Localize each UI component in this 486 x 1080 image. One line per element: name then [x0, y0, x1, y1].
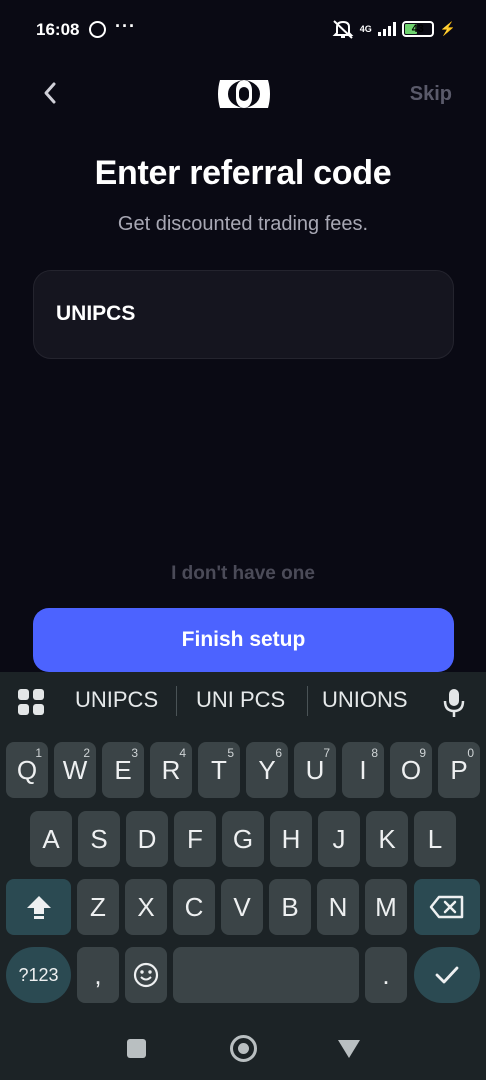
app-logo-icon: [218, 80, 270, 108]
key-label: Y: [258, 754, 276, 785]
battery-icon: 43: [401, 21, 434, 37]
key-hint: 7: [323, 746, 330, 760]
battery-level: 43: [411, 23, 424, 35]
key-u[interactable]: U7: [294, 742, 336, 798]
shift-key[interactable]: [6, 879, 71, 935]
key-hint: 9: [419, 746, 426, 760]
shift-arrow-icon: [26, 896, 51, 919]
key-n[interactable]: N: [317, 879, 359, 935]
key-hint: 1: [35, 746, 42, 760]
suggestion-3[interactable]: UNIONS: [322, 687, 408, 713]
checkmark-icon: [435, 966, 459, 984]
key-label: R: [161, 754, 181, 785]
suggestion-1[interactable]: UNIPCS: [75, 687, 158, 713]
more-notifications-icon: ···: [115, 16, 136, 36]
key-w[interactable]: W2: [54, 742, 96, 798]
key-c[interactable]: C: [173, 879, 215, 935]
system-nav-bar: [0, 1016, 486, 1080]
suggestion-bar: UNIPCS UNI PCS UNIONS: [0, 672, 486, 732]
referral-code-input[interactable]: UNIPCS: [33, 270, 454, 359]
backspace-key[interactable]: [414, 879, 480, 935]
key-o[interactable]: O9: [390, 742, 432, 798]
key-b[interactable]: B: [269, 879, 311, 935]
charging-icon: ⚡: [439, 21, 456, 36]
key-hint: 0: [467, 746, 474, 760]
comma-key[interactable]: ,: [77, 947, 119, 1003]
key-label: I: [359, 754, 367, 785]
key-j[interactable]: J: [318, 811, 360, 867]
key-r[interactable]: R4: [150, 742, 192, 798]
key-e[interactable]: E3: [102, 742, 144, 798]
key-y[interactable]: Y6: [246, 742, 288, 798]
no-referral-code-link[interactable]: I don't have one: [0, 563, 486, 585]
key-k[interactable]: K: [366, 811, 408, 867]
page-subtitle: Get discounted trading fees.: [117, 213, 369, 235]
network-type: 4G: [359, 23, 372, 34]
key-g[interactable]: G: [222, 811, 264, 867]
key-z[interactable]: Z: [77, 879, 119, 935]
status-bar: 16:08 ··· 4G 43 ⚡: [0, 0, 486, 60]
referral-code-value: UNIPCS: [56, 302, 136, 325]
key-i[interactable]: I8: [342, 742, 384, 798]
key-hint: 5: [227, 746, 234, 760]
key-f[interactable]: F: [174, 811, 216, 867]
key-label: U: [305, 754, 325, 785]
key-label: P: [450, 754, 468, 785]
key-hint: 8: [371, 746, 378, 760]
muted-vibrate-icon: [332, 20, 354, 39]
key-label: O: [400, 754, 422, 785]
back-triangle-icon[interactable]: [338, 1040, 360, 1058]
back-chevron-icon[interactable]: [36, 78, 66, 108]
key-q[interactable]: Q1: [6, 742, 48, 798]
apps-grid-icon[interactable]: [18, 689, 44, 715]
key-hint: 4: [179, 746, 186, 760]
key-d[interactable]: D: [126, 811, 168, 867]
key-m[interactable]: M: [365, 879, 407, 935]
key-p[interactable]: P0: [438, 742, 480, 798]
suggestion-divider: [307, 686, 308, 716]
home-circle-icon[interactable]: [230, 1035, 257, 1062]
key-label: Q: [16, 754, 38, 785]
suggestion-2[interactable]: UNI PCS: [196, 687, 285, 713]
key-hint: 6: [275, 746, 282, 760]
key-hint: 3: [131, 746, 138, 760]
microphone-icon[interactable]: [443, 687, 465, 719]
key-v[interactable]: V: [221, 879, 263, 935]
space-key[interactable]: [173, 947, 359, 1003]
key-h[interactable]: H: [270, 811, 312, 867]
key-t[interactable]: T5: [198, 742, 240, 798]
page-title: Enter referral code: [94, 154, 392, 192]
key-a[interactable]: A: [30, 811, 72, 867]
key-hint: 2: [83, 746, 90, 760]
whatsapp-icon: [89, 21, 106, 38]
emoji-key[interactable]: [125, 947, 167, 1003]
key-label: T: [211, 754, 227, 785]
suggestion-divider: [176, 686, 177, 716]
signal-icon: [377, 22, 396, 36]
emoji-icon: [133, 962, 159, 988]
recents-square-icon[interactable]: [127, 1039, 146, 1058]
key-label: E: [114, 754, 132, 785]
status-time: 16:08: [36, 20, 80, 39]
key-s[interactable]: S: [78, 811, 120, 867]
symbols-key[interactable]: ?123: [6, 947, 71, 1003]
key-x[interactable]: X: [125, 879, 167, 935]
key-l[interactable]: L: [414, 811, 456, 867]
backspace-icon: [429, 895, 464, 919]
skip-link[interactable]: Skip: [410, 83, 452, 106]
period-key[interactable]: .: [365, 947, 407, 1003]
enter-key[interactable]: [414, 947, 480, 1003]
finish-setup-button[interactable]: Finish setup: [33, 608, 454, 672]
